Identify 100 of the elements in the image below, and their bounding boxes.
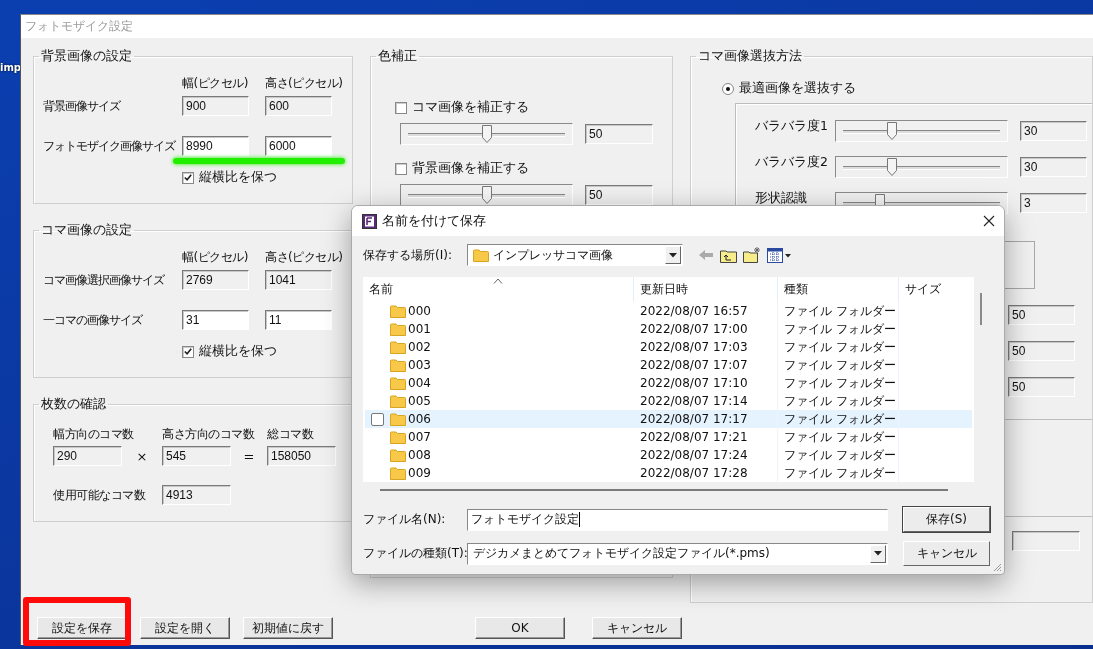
value-field[interactable]: 3 (1020, 193, 1087, 213)
check-icon (183, 172, 193, 183)
table-cell: 2022/08/07 17:28 (634, 464, 778, 482)
equals-sign: = (242, 448, 256, 464)
group-title: コマ画像選抜方法 (697, 48, 803, 65)
file-name: 006 (408, 411, 431, 428)
settings-button[interactable]: 設定を保存 (37, 617, 127, 639)
field-label: ファイル名(N): (363, 511, 447, 528)
checkbox[interactable]: 縦横比を保つ (182, 169, 277, 186)
folder-icon (390, 394, 406, 408)
cancel-button[interactable]: キャンセル (903, 541, 990, 566)
slider[interactable] (835, 156, 1008, 178)
checkbox[interactable]: 背景画像を補正する (395, 160, 529, 177)
view-menu-icon[interactable] (767, 247, 791, 263)
value-field[interactable]: 50 (1008, 341, 1075, 361)
slider[interactable] (835, 120, 1008, 142)
folder-icon (473, 248, 489, 262)
scrollbar-thumb[interactable] (980, 293, 982, 325)
column-header[interactable]: サイズ (899, 277, 974, 302)
settings-button[interactable]: 初期値に戻す (243, 617, 333, 639)
column-header[interactable]: 更新日時 (634, 277, 778, 302)
group-title: 背景画像の設定 (40, 48, 133, 65)
slider[interactable] (400, 123, 573, 145)
input-field[interactable]: 6000 (265, 136, 332, 156)
value-field[interactable]: 50 (585, 124, 653, 144)
value-field[interactable]: 50 (1008, 305, 1075, 325)
location-dropdown[interactable]: インプレッサコマ画像 (467, 244, 683, 266)
file-row[interactable]: 002 2022/08/07 17:03 ファイル フォルダー (365, 338, 972, 356)
desktop-icon-label: imp (0, 62, 20, 73)
file-row[interactable]: 001 2022/08/07 17:00 ファイル フォルダー (365, 320, 972, 338)
file-row[interactable]: 004 2022/08/07 17:10 ファイル フォルダー (365, 374, 972, 392)
checkbox[interactable]: 縦横比を保つ (182, 343, 277, 360)
folder-icon (390, 358, 406, 372)
table-cell: 2022/08/07 16:57 (634, 302, 778, 320)
column-header: 幅(ピクセル) (182, 249, 248, 266)
file-name: 003 (408, 357, 431, 374)
folder-icon (390, 322, 406, 336)
slider-thumb[interactable] (481, 125, 492, 143)
caret-icon[interactable] (669, 252, 677, 258)
table-cell: ファイル フォルダー (778, 464, 899, 482)
file-name: 004 (408, 375, 431, 392)
dialog-button[interactable]: キャンセル (592, 617, 682, 639)
file-row[interactable]: 006 2022/08/07 17:17 ファイル フォルダー (365, 410, 972, 428)
value-field[interactable]: 30 (1020, 157, 1087, 177)
file-row[interactable]: 003 2022/08/07 17:07 ファイル フォルダー (365, 356, 972, 374)
column-header: 幅(ピクセル) (182, 75, 248, 92)
table-cell: ファイル フォルダー (778, 446, 899, 464)
folder-icon (390, 340, 406, 354)
checkbox[interactable]: コマ画像を補正する (395, 99, 529, 116)
field-label: 保存する場所(I): (363, 246, 453, 264)
value-field[interactable]: 50 (585, 185, 653, 205)
input-field[interactable]: 11 (265, 310, 332, 330)
count-field: 545 (162, 446, 231, 466)
count-field: 158050 (267, 446, 336, 466)
input-field[interactable]: 8990 (182, 136, 249, 156)
file-row[interactable]: 000 2022/08/07 16:57 ファイル フォルダー (365, 302, 972, 320)
dialog-button[interactable]: OK (475, 617, 565, 639)
table-cell: 2022/08/07 17:00 (634, 320, 778, 338)
file-name: 007 (408, 429, 431, 446)
caret-icon[interactable] (874, 551, 882, 556)
file-row[interactable]: 007 2022/08/07 17:21 ファイル フォルダー (365, 428, 972, 446)
file-row[interactable]: 008 2022/08/07 17:24 ファイル フォルダー (365, 446, 972, 464)
table-cell: ファイル フォルダー (778, 410, 899, 428)
slider-label: 形状認識 (755, 190, 808, 207)
field-label: フォトモザイク画像サイズ (43, 138, 175, 155)
value-field[interactable]: 30 (1020, 121, 1087, 141)
column-header[interactable]: 名前 (363, 277, 634, 302)
file-name: 005 (408, 393, 431, 410)
scrollbar-thumb[interactable] (380, 489, 948, 491)
folder-icon (390, 448, 406, 462)
row-checkbox[interactable] (371, 412, 384, 426)
file-name-field[interactable]: フォトモザイク設定 (467, 508, 888, 531)
save-button[interactable]: 保存(S) (903, 507, 990, 532)
file-name: 002 (408, 339, 431, 356)
up-folder-icon[interactable] (720, 247, 737, 263)
table-cell: ファイル フォルダー (778, 338, 899, 356)
column-header: 高さ(ピクセル) (265, 75, 343, 92)
table-cell: ファイル フォルダー (778, 302, 899, 320)
close-icon[interactable] (983, 215, 995, 227)
radio-button[interactable]: 最適画像を選抜する (722, 80, 856, 97)
table-cell: ファイル フォルダー (778, 320, 899, 338)
column-header[interactable]: 種類 (778, 277, 899, 302)
input-field[interactable] (1012, 531, 1080, 551)
resize-grip-icon[interactable] (992, 562, 1002, 572)
app-icon (362, 213, 377, 229)
settings-button[interactable]: 設定を開く (140, 617, 230, 639)
dialog-title: 名前を付けて保存 (382, 212, 486, 230)
value-field[interactable]: 50 (1008, 377, 1075, 397)
folder-icon (390, 430, 406, 444)
file-type-dropdown[interactable]: デジカメまとめてフォトモザイク設定ファイル(*.pms) (467, 542, 888, 565)
field-label: 高さ方向のコマ数 (162, 427, 254, 442)
table-cell: ファイル フォルダー (778, 428, 899, 446)
input-field[interactable]: 31 (182, 310, 249, 330)
folder-icon (390, 304, 406, 318)
field-label: ファイルの種類(T): (363, 545, 467, 562)
slider-thumb[interactable] (887, 158, 898, 176)
new-folder-icon[interactable] (743, 247, 761, 263)
slider-thumb[interactable] (887, 122, 898, 140)
file-row[interactable]: 009 2022/08/07 17:28 ファイル フォルダー (365, 464, 972, 482)
slider-thumb[interactable] (481, 186, 492, 204)
